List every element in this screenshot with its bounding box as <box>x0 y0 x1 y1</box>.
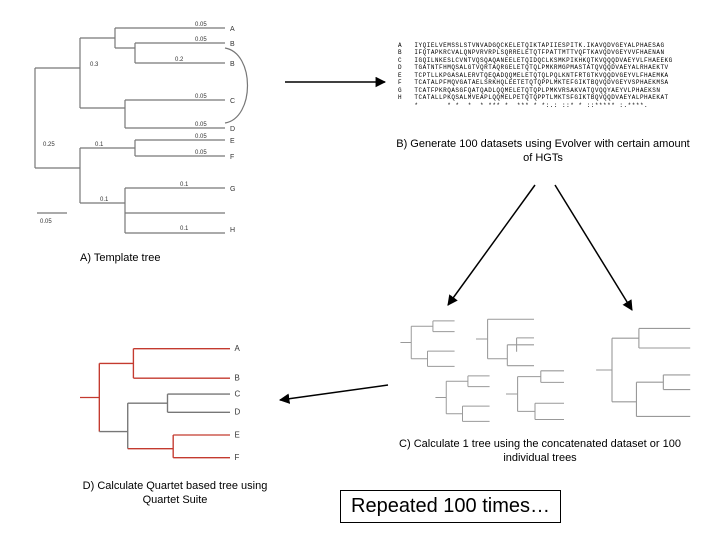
label-d: D) Calculate Quartet based tree using Qu… <box>70 480 280 508</box>
svg-text:A: A <box>235 344 241 353</box>
svg-text:0.1: 0.1 <box>100 197 109 203</box>
svg-text:C: C <box>230 98 235 105</box>
svg-text:0.05: 0.05 <box>195 134 207 140</box>
mini-tree-4 <box>500 365 570 423</box>
label-b: B) Generate 100 datasets using Evolver w… <box>395 138 691 166</box>
template-tree: A B B C D E F G H 0.05 0.3 0.05 0.2 0.05… <box>25 18 285 248</box>
label-a: A) Template tree <box>80 252 200 266</box>
svg-text:E: E <box>230 138 235 145</box>
svg-text:0.2: 0.2 <box>175 57 184 63</box>
alignment-block: A IYQIELVEMSSLSTVNVADGQCKELETQIKTAPIIESP… <box>398 34 700 109</box>
mini-tree-3 <box>470 310 540 368</box>
mini-tree-5 <box>590 320 700 420</box>
svg-text:B: B <box>230 41 235 48</box>
quartet-tree: A B C D E F <box>70 335 265 460</box>
svg-text:0.05: 0.05 <box>195 150 207 156</box>
svg-text:0.05: 0.05 <box>40 219 52 225</box>
svg-text:G: G <box>230 186 235 193</box>
svg-text:F: F <box>235 453 240 460</box>
mini-tree-1 <box>395 315 460 370</box>
svg-text:0.1: 0.1 <box>95 142 104 148</box>
svg-text:0.05: 0.05 <box>195 94 207 100</box>
svg-text:0.25: 0.25 <box>43 142 55 148</box>
svg-text:D: D <box>235 408 241 417</box>
label-c: C) Calculate 1 tree using the concatenat… <box>390 438 690 466</box>
svg-text:B: B <box>235 373 240 382</box>
mini-tree-2 <box>430 370 495 425</box>
svg-text:H: H <box>230 227 235 234</box>
repeated-box: Repeated 100 times… <box>340 490 561 523</box>
svg-text:0.1: 0.1 <box>180 226 189 232</box>
svg-text:E: E <box>235 430 240 439</box>
svg-text:D: D <box>230 126 235 133</box>
svg-text:0.1: 0.1 <box>180 182 189 188</box>
svg-text:0.05: 0.05 <box>195 122 207 128</box>
svg-text:0.3: 0.3 <box>90 62 99 68</box>
svg-text:0.05: 0.05 <box>195 22 207 28</box>
svg-text:C: C <box>235 389 241 398</box>
svg-text:F: F <box>230 154 234 161</box>
svg-text:A: A <box>230 26 235 33</box>
svg-text:B: B <box>230 61 235 68</box>
svg-text:0.05: 0.05 <box>195 37 207 43</box>
